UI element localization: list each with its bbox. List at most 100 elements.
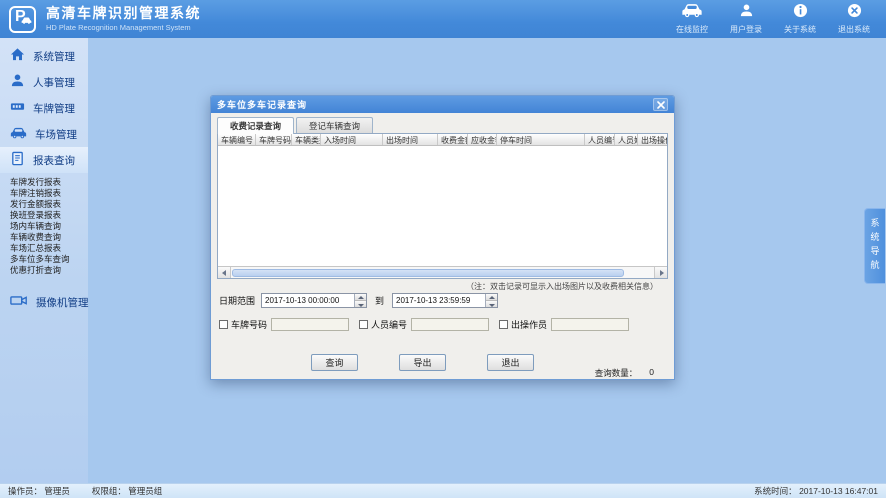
sidebar-subitem[interactable]: 车牌发行报表 bbox=[10, 177, 88, 188]
sidebar-subitem[interactable]: 多车位多车查询 bbox=[10, 254, 88, 265]
header-bar: P 高清车牌识别管理系统 HD Plate Recognition Manage… bbox=[0, 0, 886, 38]
table-header-cell: 人员姓名 bbox=[615, 134, 638, 145]
exit-button[interactable]: 退出 bbox=[487, 354, 534, 371]
plate-number-input[interactable] bbox=[271, 318, 349, 331]
header-action-label: 退出系统 bbox=[838, 24, 870, 35]
query-count-value: 0 bbox=[649, 367, 654, 379]
table-header-cell: 人员编号 bbox=[585, 134, 615, 145]
header-action-user-login[interactable]: 用户登录 bbox=[722, 3, 770, 35]
info-icon bbox=[793, 3, 808, 23]
person-id-checkbox[interactable] bbox=[359, 320, 368, 329]
sidebar-subitem[interactable]: 车牌注销报表 bbox=[10, 188, 88, 199]
reports-submenu: 车牌发行报表 车牌注销报表 发行金额报表 换班登录报表 场内车辆查询 车辆收费查… bbox=[0, 173, 88, 276]
sidebar-item-parking[interactable]: 车场管理 bbox=[0, 121, 88, 147]
dialog-titlebar: 多车位多车记录查询 bbox=[211, 96, 674, 113]
dialog-title: 多车位多车记录查询 bbox=[217, 98, 307, 111]
group-label: 权限组： bbox=[92, 486, 126, 496]
table-header-cell: 出场操作员 bbox=[638, 134, 668, 145]
plate-number-checkbox[interactable] bbox=[219, 320, 228, 329]
sidebar-subitem[interactable]: 优惠打折查询 bbox=[10, 265, 88, 276]
tab-fee-records[interactable]: 收费记录查询 bbox=[217, 117, 294, 134]
logout-icon bbox=[847, 3, 862, 23]
plate-number-label: 车牌号码 bbox=[231, 318, 267, 331]
plate-icon bbox=[10, 99, 25, 117]
system-time: 系统时间： 2017-10-13 16:47:01 bbox=[754, 485, 878, 497]
dialog-tabs: 收费记录查询 登记车辆查询 bbox=[211, 113, 674, 133]
app-logo: P bbox=[9, 6, 36, 33]
sidebar-subitem[interactable]: 发行金额报表 bbox=[10, 199, 88, 210]
spin-down-icon[interactable] bbox=[355, 300, 366, 307]
spin-down-icon[interactable] bbox=[486, 300, 497, 307]
sidebar-item-reports[interactable]: 报表查询 bbox=[0, 147, 88, 173]
home-icon bbox=[10, 47, 25, 65]
tab-registered-vehicles[interactable]: 登记车辆查询 bbox=[296, 117, 373, 133]
scroll-thumb[interactable] bbox=[232, 269, 624, 277]
date-range-row: 日期范围 到 bbox=[219, 293, 498, 308]
app-subtitle: HD Plate Recognition Management System bbox=[46, 24, 201, 32]
table-body-empty bbox=[218, 146, 667, 266]
status-bar: 操作员： 管理员 权限组： 管理员组 系统时间： 2017-10-13 16:4… bbox=[0, 483, 886, 498]
query-button[interactable]: 查询 bbox=[311, 354, 358, 371]
car-icon bbox=[10, 127, 27, 142]
system-time-value: 2017-10-13 16:47:01 bbox=[799, 486, 878, 496]
dialog-close-button[interactable] bbox=[653, 98, 668, 111]
table-header-cell: 入场时间 bbox=[321, 134, 383, 145]
header-actions: 在线监控 用户登录 关于系统 退出系统 bbox=[668, 3, 878, 35]
records-table: 车辆编号 车牌号码 车辆类型 入场时间 出场时间 收费金额 应收金额 停车时间 … bbox=[217, 133, 668, 279]
header-action-online-monitor[interactable]: 在线监控 bbox=[668, 3, 716, 35]
date-to-input[interactable] bbox=[393, 294, 485, 307]
sidebar-subitem[interactable]: 车辆收费查询 bbox=[10, 232, 88, 243]
person-icon bbox=[10, 73, 25, 91]
sidebar: 系统管理 人事管理 车牌管理 车场管理 报表查询 车牌发行报表 车牌注销报表 发… bbox=[0, 38, 88, 483]
date-range-label: 日期范围 bbox=[219, 294, 255, 307]
sidebar-item-label: 人事管理 bbox=[33, 75, 75, 90]
date-to-spinner bbox=[485, 294, 497, 307]
sidebar-item-camera[interactable]: 摄像机管理 bbox=[0, 289, 88, 315]
multi-space-query-dialog: 多车位多车记录查询 收费记录查询 登记车辆查询 车辆编号 车牌号码 车辆类型 入… bbox=[210, 95, 675, 380]
header-action-exit[interactable]: 退出系统 bbox=[830, 3, 878, 35]
sidebar-item-system[interactable]: 系统管理 bbox=[0, 43, 88, 69]
h-scrollbar[interactable] bbox=[218, 266, 667, 278]
date-from-input[interactable] bbox=[262, 294, 354, 307]
to-label: 到 bbox=[375, 294, 384, 307]
header-action-about[interactable]: 关于系统 bbox=[776, 3, 824, 35]
scroll-right-icon bbox=[660, 270, 664, 276]
scroll-right-button[interactable] bbox=[654, 267, 667, 278]
system-nav-tab[interactable]: 系统导航 bbox=[864, 208, 885, 284]
person-id-label: 人员编号 bbox=[371, 318, 407, 331]
date-from-spinner bbox=[354, 294, 366, 307]
group-value: 管理员组 bbox=[128, 486, 162, 496]
car-icon bbox=[681, 3, 703, 23]
table-header-cell: 应收金额 bbox=[468, 134, 497, 145]
operator-value: 管理员 bbox=[44, 486, 70, 496]
query-count: 查询数量： 0 bbox=[595, 367, 654, 379]
sidebar-item-plate[interactable]: 车牌管理 bbox=[0, 95, 88, 121]
sidebar-item-label: 车牌管理 bbox=[33, 101, 75, 116]
user-icon bbox=[739, 3, 754, 23]
logo-car-icon bbox=[21, 11, 32, 29]
sidebar-item-label: 车场管理 bbox=[35, 127, 77, 142]
header-action-label: 关于系统 bbox=[784, 24, 816, 35]
table-header-cell: 收费金额 bbox=[438, 134, 468, 145]
export-button[interactable]: 导出 bbox=[399, 354, 446, 371]
exit-operator-input[interactable] bbox=[551, 318, 629, 331]
exit-operator-checkbox[interactable] bbox=[499, 320, 508, 329]
person-id-input[interactable] bbox=[411, 318, 489, 331]
sidebar-item-personnel[interactable]: 人事管理 bbox=[0, 69, 88, 95]
date-to-field bbox=[392, 293, 498, 308]
table-header-cell: 车辆类型 bbox=[292, 134, 321, 145]
table-header-cell: 车辆编号 bbox=[218, 134, 256, 145]
app-title: 高清车牌识别管理系统 bbox=[46, 6, 201, 21]
sidebar-item-label: 摄像机管理 bbox=[36, 295, 89, 310]
header-action-label: 用户登录 bbox=[730, 24, 762, 35]
exit-operator-label: 出操作员 bbox=[511, 318, 547, 331]
camera-icon bbox=[10, 294, 28, 310]
sidebar-subitem[interactable]: 车场汇总报表 bbox=[10, 243, 88, 254]
sidebar-subitem[interactable]: 换班登录报表 bbox=[10, 210, 88, 221]
header-action-label: 在线监控 bbox=[676, 24, 708, 35]
sidebar-subitem[interactable]: 场内车辆查询 bbox=[10, 221, 88, 232]
operator-label: 操作员： bbox=[8, 486, 42, 496]
table-header-cell: 停车时间 bbox=[497, 134, 585, 145]
scroll-left-button[interactable] bbox=[218, 267, 231, 278]
sidebar-item-label: 系统管理 bbox=[33, 49, 75, 64]
